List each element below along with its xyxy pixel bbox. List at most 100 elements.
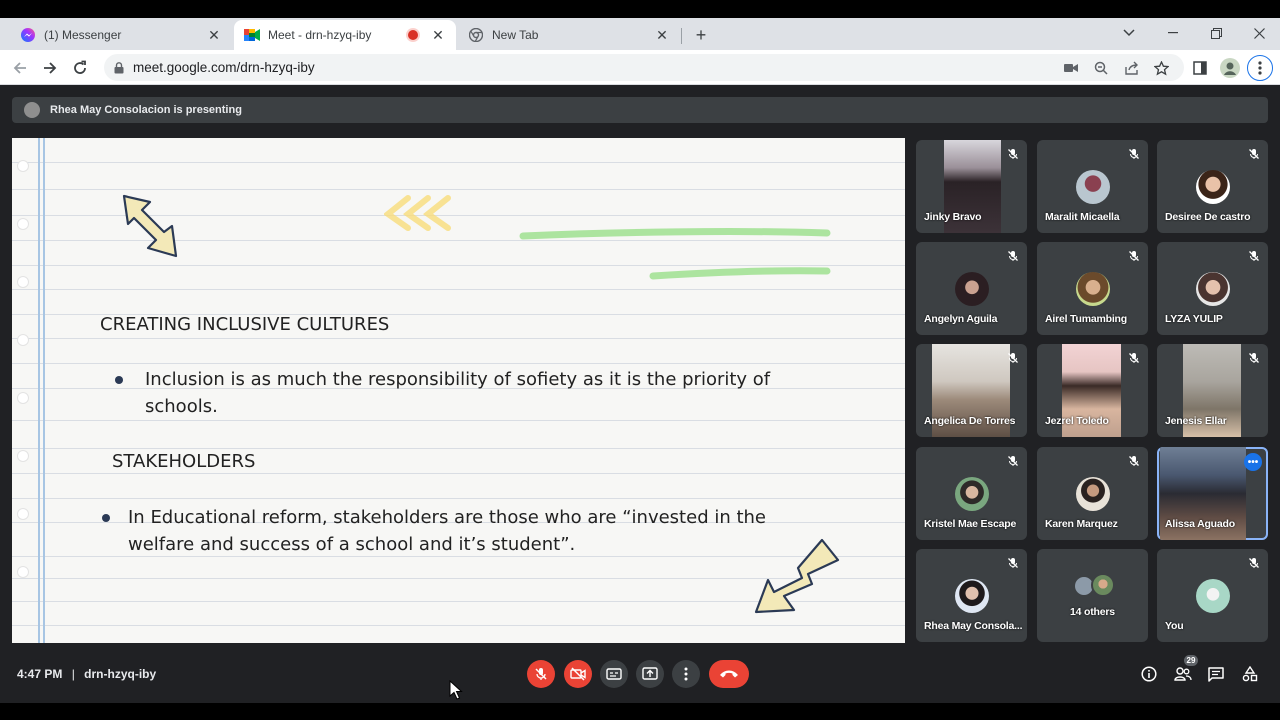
- participant-tile[interactable]: Karen Marquez: [1037, 447, 1148, 540]
- mic-off-icon: [1249, 353, 1259, 363]
- tab-search-chevron-icon[interactable]: [1116, 20, 1142, 46]
- avatar: [1091, 573, 1115, 597]
- participant-name: Angelyn Aguila: [924, 313, 998, 325]
- participant-name: Jinky Bravo: [924, 211, 982, 223]
- tab-meet[interactable]: Meet - drn-hzyq-iby ✕: [234, 20, 456, 50]
- reload-button[interactable]: [68, 56, 92, 80]
- bookmark-star-icon[interactable]: [1150, 57, 1172, 79]
- chevrons-left-decoration-icon: [384, 195, 451, 231]
- participant-name: LYZA YULIP: [1165, 313, 1223, 325]
- chat-icon: [1208, 666, 1224, 682]
- participant-name: Kristel Mae Escape: [924, 518, 1017, 530]
- participant-name: Jenesis Ellar: [1165, 415, 1227, 427]
- captions-icon: [606, 668, 622, 680]
- tab-separator: [681, 28, 682, 44]
- meet-controls-bar: 4:47 PM | drn-hzyq-iby: [0, 655, 1280, 695]
- participant-tile[interactable]: Airel Tumambing: [1037, 242, 1148, 335]
- side-panel-button[interactable]: [1188, 56, 1212, 80]
- avatar: [954, 272, 989, 306]
- more-options-button[interactable]: [672, 660, 700, 688]
- clock-time: 4:47 PM: [17, 667, 63, 681]
- tab-messenger[interactable]: (1) Messenger ✕: [10, 20, 232, 50]
- slide-bullet-1-line-1: Inclusion is as much the responsibility …: [145, 369, 771, 390]
- new-tab-button[interactable]: +: [690, 24, 712, 46]
- avatar: [954, 579, 989, 613]
- forward-button[interactable]: [38, 56, 62, 80]
- mic-off-icon: [1129, 149, 1139, 159]
- people-button[interactable]: [1172, 663, 1194, 685]
- recording-indicator-icon: [408, 30, 418, 40]
- minimize-button[interactable]: [1160, 20, 1186, 46]
- browser-toolbar: meet.google.com/drn-hzyq-iby: [0, 50, 1280, 85]
- participant-name: Maralit Micaella: [1045, 211, 1120, 223]
- meeting-details-button[interactable]: [1138, 663, 1160, 685]
- presenting-banner: Rhea May Consolacion is presenting: [12, 97, 1268, 123]
- tab-title: (1) Messenger: [44, 28, 122, 42]
- avatar: [1075, 477, 1110, 511]
- participant-tile[interactable]: LYZA YULIP: [1157, 242, 1268, 335]
- arrow-down-decoration-icon: [122, 194, 178, 258]
- restore-button[interactable]: [1203, 20, 1229, 46]
- participant-tile-self-active[interactable]: ••• Alissa Aguado: [1157, 447, 1268, 540]
- chrome-icon: [468, 27, 484, 43]
- participant-tile-self[interactable]: You: [1157, 549, 1268, 642]
- forward-arrow-icon: [44, 62, 57, 74]
- others-tile[interactable]: 14 others: [1037, 549, 1148, 642]
- slide-heading-2: STAKEHOLDERS: [112, 451, 256, 472]
- participant-tile[interactable]: Rhea May Consola...: [916, 549, 1027, 642]
- camera-toggle-button[interactable]: [564, 660, 592, 688]
- participant-tile[interactable]: Desiree De castro: [1157, 140, 1268, 233]
- captions-button[interactable]: [600, 660, 628, 688]
- zoom-icon[interactable]: [1090, 57, 1112, 79]
- participant-name: Jezrel Toledo: [1045, 415, 1109, 427]
- avatar: [1195, 579, 1230, 613]
- people-icon: [1174, 667, 1192, 681]
- mic-off-icon: [1249, 251, 1259, 261]
- chrome-menu-button[interactable]: [1247, 55, 1273, 81]
- tab-new-tab[interactable]: New Tab ✕: [458, 20, 680, 50]
- chat-button[interactable]: [1205, 663, 1227, 685]
- kebab-menu-icon: [684, 667, 688, 681]
- mic-off-icon: [535, 668, 547, 680]
- back-button[interactable]: [8, 56, 32, 80]
- slide-heading-1: CREATING INCLUSIVE CULTURES: [100, 314, 390, 335]
- profile-avatar[interactable]: [1218, 56, 1242, 80]
- participant-tile[interactable]: Jezrel Toledo: [1037, 344, 1148, 437]
- share-icon[interactable]: [1121, 57, 1143, 79]
- url-text: meet.google.com/drn-hzyq-iby: [133, 60, 315, 75]
- mic-off-icon: [1008, 558, 1018, 568]
- bullet-dot: [102, 514, 110, 522]
- participant-tile[interactable]: Kristel Mae Escape: [916, 447, 1027, 540]
- participant-tile[interactable]: Jenesis Ellar: [1157, 344, 1268, 437]
- reload-icon: [74, 60, 86, 74]
- hang-up-icon: [720, 670, 738, 678]
- close-icon[interactable]: ✕: [206, 27, 222, 43]
- close-window-button[interactable]: [1246, 20, 1272, 46]
- mic-off-icon: [1129, 251, 1139, 261]
- mic-off-icon: [1129, 456, 1139, 466]
- close-icon[interactable]: ✕: [430, 27, 446, 43]
- mic-off-icon: [1249, 149, 1259, 159]
- presentation-slide: CREATING INCLUSIVE CULTURES Inclusion is…: [12, 138, 905, 643]
- participant-name: Angelica De Torres: [924, 415, 1016, 427]
- avatar: [1075, 272, 1110, 306]
- participant-tile[interactable]: Maralit Micaella: [1037, 140, 1148, 233]
- address-bar[interactable]: meet.google.com/drn-hzyq-iby: [104, 54, 1184, 81]
- leave-call-button[interactable]: [709, 660, 749, 688]
- present-screen-button[interactable]: [636, 660, 664, 688]
- camera-in-use-icon[interactable]: [1060, 57, 1082, 79]
- participant-name: Karen Marquez: [1045, 518, 1118, 530]
- close-icon[interactable]: ✕: [654, 27, 670, 43]
- participant-tile[interactable]: Angelyn Aguila: [916, 242, 1027, 335]
- mic-off-icon: [1008, 251, 1018, 261]
- more-options-button[interactable]: •••: [1244, 453, 1262, 471]
- participant-tile[interactable]: Jinky Bravo: [916, 140, 1027, 233]
- lock-icon: [114, 61, 124, 79]
- participant-name: Alissa Aguado: [1165, 518, 1235, 530]
- activities-button[interactable]: [1239, 663, 1261, 685]
- mic-toggle-button[interactable]: [527, 660, 555, 688]
- bullet-dot: [115, 376, 123, 384]
- participant-name: Desiree De castro: [1165, 211, 1251, 223]
- meet-icon: [244, 27, 260, 43]
- participant-tile[interactable]: Angelica De Torres: [916, 344, 1027, 437]
